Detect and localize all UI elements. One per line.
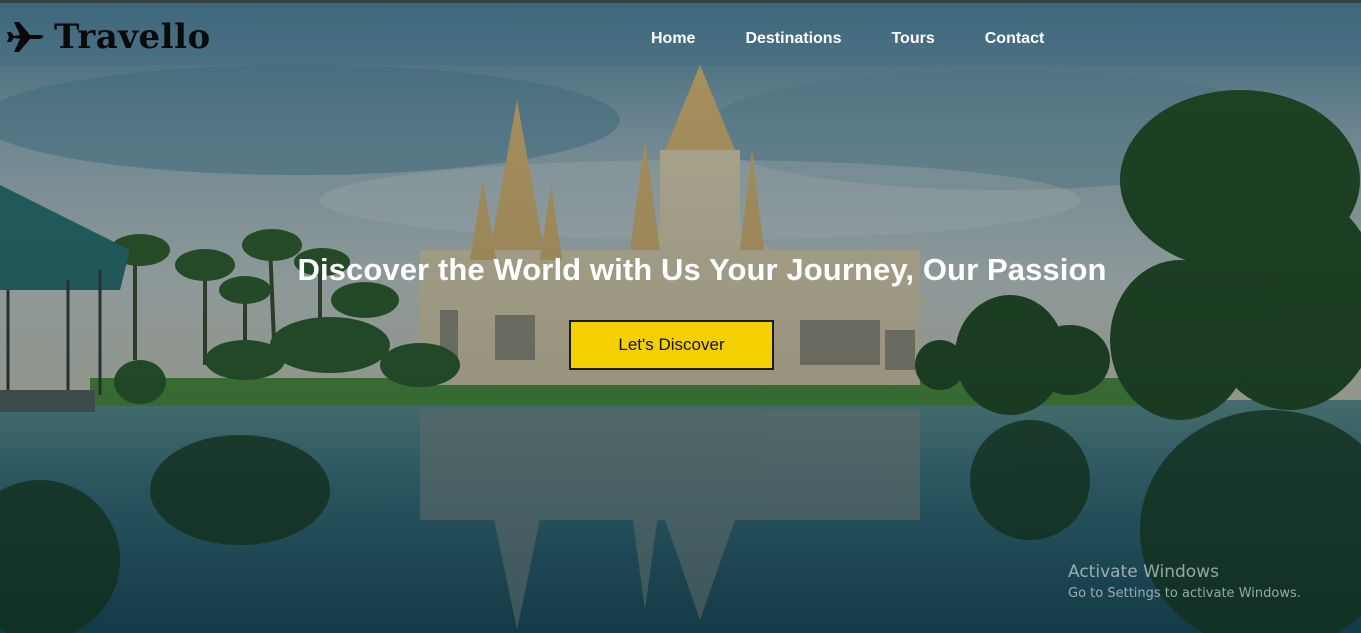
nav-home-link[interactable]: Home: [651, 29, 695, 49]
hero-title: Discover the World with Us Your Journey,…: [297, 252, 1107, 287]
airplane-icon: [6, 20, 46, 54]
watermark-title: Activate Windows: [1068, 562, 1219, 582]
lets-discover-button[interactable]: Let's Discover: [569, 320, 774, 370]
top-navbar: Travello Home Destinations Tours Contact: [0, 3, 1361, 65]
nav-contact-link[interactable]: Contact: [985, 29, 1045, 49]
watermark-subtitle: Go to Settings to activate Windows.: [1068, 586, 1301, 601]
brand-logo[interactable]: Travello: [6, 17, 211, 57]
window-top-border: [0, 0, 1361, 3]
nav-tours-link[interactable]: Tours: [891, 29, 934, 49]
brand-name: Travello: [54, 17, 211, 57]
hero-background-image: [0, 0, 1361, 633]
nav-destinations-link[interactable]: Destinations: [745, 29, 841, 49]
windows-activation-watermark: Activate Windows Go to Settings to activ…: [1068, 561, 1301, 604]
main-nav: Home Destinations Tours Contact: [651, 29, 1094, 49]
